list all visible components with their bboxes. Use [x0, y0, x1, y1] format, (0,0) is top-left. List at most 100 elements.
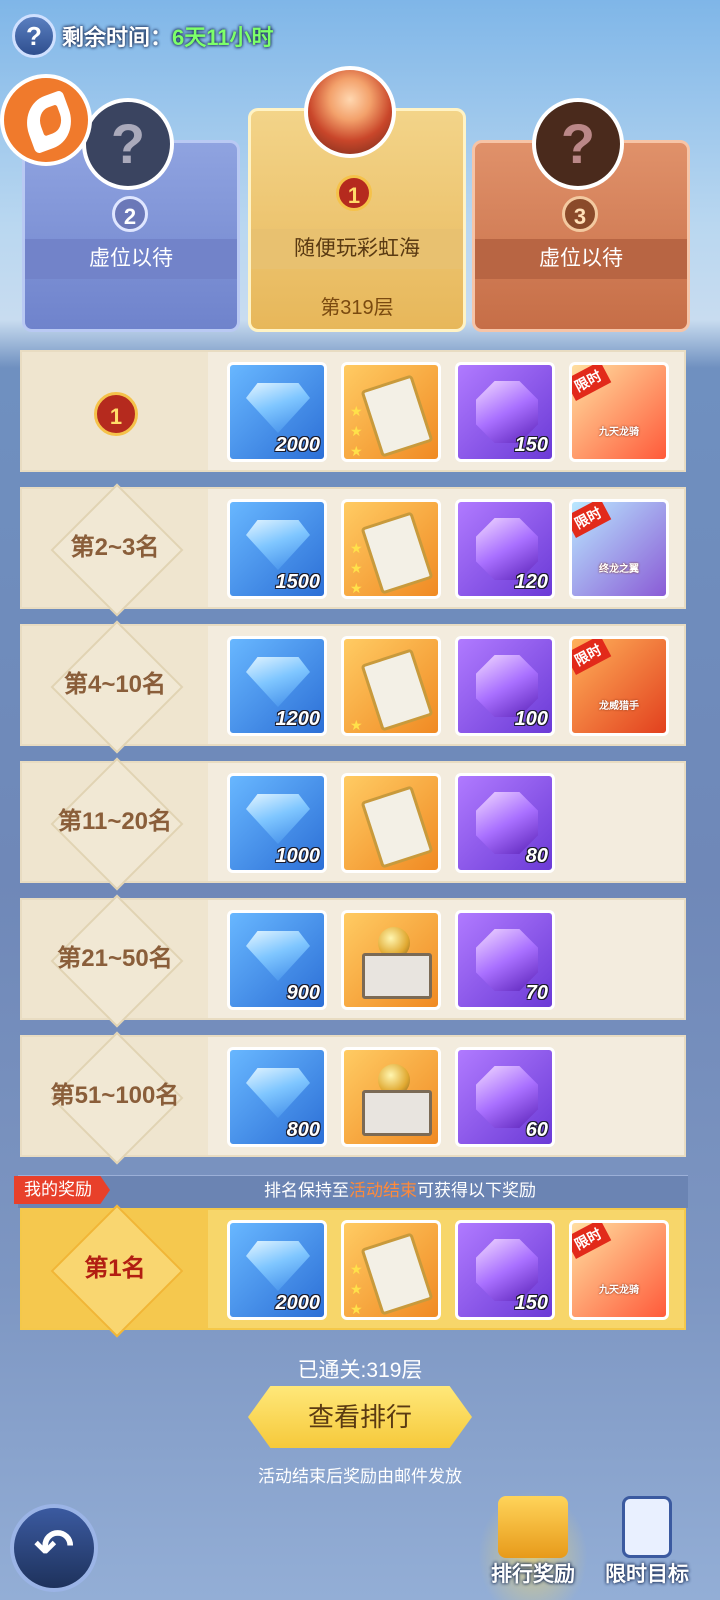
diamond-icon — [246, 1241, 310, 1291]
tab-rank-reward[interactable]: 排行奖励 — [478, 1490, 588, 1600]
rank-cell: 第2~3名 — [22, 483, 208, 617]
leaf-icon — [18, 89, 80, 155]
rank-label: 第51~100名 — [50, 1082, 180, 1109]
limited-card-reward[interactable]: 限时 终龙之翼 — [569, 499, 669, 599]
scroll-icon — [360, 374, 434, 458]
chest-reward[interactable] — [341, 1047, 441, 1147]
crystal-reward[interactable]: 150 — [455, 362, 555, 462]
diamond-qty: 900 — [286, 982, 320, 1004]
scroll-icon — [360, 1232, 434, 1316]
tab-rank-reward-label: 排行奖励 — [491, 1563, 575, 1586]
card-name: 九天龙骑 — [599, 427, 639, 438]
rank-2-medal-icon: 2 — [112, 196, 148, 232]
reward-row-rank-4-10: 第4~10名 1200 ★ 100 限时龙威猎手 — [20, 620, 686, 754]
podium-second-avatar[interactable]: ? — [82, 98, 174, 190]
rank-label: 第11~20名 — [57, 808, 173, 835]
crystal-reward[interactable]: 80 — [455, 773, 555, 873]
scroll-reward[interactable]: ★ ★ ★ — [341, 362, 441, 462]
diamond-reward[interactable]: 800 — [227, 1047, 327, 1147]
crystal-reward[interactable]: 150 — [455, 1220, 555, 1320]
chest-icon — [362, 953, 432, 999]
diamond-qty: 1500 — [275, 571, 321, 593]
note-part-b: 可获得以下奖励 — [417, 1181, 536, 1200]
rank-label: 第2~3名 — [70, 534, 160, 561]
star-icon: ★ — [350, 580, 363, 596]
diamond-reward[interactable]: 2000 — [227, 1220, 327, 1320]
crystal-reward[interactable]: 70 — [455, 910, 555, 1010]
diamond-icon — [246, 383, 310, 433]
rank-cell: 1 — [22, 352, 208, 470]
crystal-reward[interactable]: 120 — [455, 499, 555, 599]
reward-row-rank-21-50: 第21~50名 900 70 — [20, 894, 686, 1028]
crystal-qty: 80 — [525, 845, 548, 867]
view-ranking-button[interactable]: 查看排行 — [248, 1386, 472, 1448]
note-part-a: 排名保持至 — [264, 1181, 349, 1200]
chest-reward[interactable] — [341, 910, 441, 1010]
remaining-label: 剩余时间： — [62, 25, 173, 50]
question-icon: ? — [26, 21, 42, 51]
floor-cleared: 已通关:319层 — [297, 1359, 423, 1382]
reward-row-rank-1: 1 2000 ★ ★ ★ 150 限时 九天龙骑 — [20, 350, 686, 472]
diamond-reward[interactable]: 2000 — [227, 362, 327, 462]
scroll-reward[interactable] — [341, 773, 441, 873]
star-icon: ★ — [350, 1301, 363, 1317]
diamond-icon — [246, 794, 310, 844]
limited-card-reward[interactable]: 限时龙威猎手 — [569, 636, 669, 736]
my-rank-label: 第1名 — [84, 1255, 146, 1282]
scroll-reward[interactable]: ★ ★ ★ — [341, 499, 441, 599]
rank-cell: 第51~100名 — [22, 1031, 208, 1165]
diamond-icon — [246, 1068, 310, 1118]
diamond-icon — [246, 657, 310, 707]
leaf-float-button[interactable] — [0, 74, 92, 166]
crystal-reward[interactable]: 60 — [455, 1047, 555, 1147]
diamond-icon — [246, 520, 310, 570]
limited-tag: 限时 — [572, 639, 612, 675]
back-arrow-icon: ↶ — [33, 1521, 75, 1574]
rank-cell: 第11~20名 — [22, 757, 208, 891]
card-name: 龙威猎手 — [599, 701, 639, 712]
rank-1-medal-icon: 1 — [94, 392, 138, 436]
podium-third-avatar[interactable]: ? — [532, 98, 624, 190]
chest-icon — [362, 1090, 432, 1136]
reward-row-rank-51-100: 第51~100名 800 60 — [20, 1031, 686, 1165]
limited-card-reward[interactable]: 限时九天龙骑 — [569, 1220, 669, 1320]
crystal-reward[interactable]: 100 — [455, 636, 555, 736]
tab-limited-goal-label: 限时目标 — [605, 1563, 689, 1586]
limited-tag: 限时 — [572, 502, 612, 538]
document-clock-icon — [622, 1496, 672, 1558]
scroll-reward[interactable]: ★ ★ ★ — [341, 1220, 441, 1320]
gift-icon — [498, 1496, 568, 1558]
star-icon: ★ — [350, 1281, 363, 1297]
tab-limited-goal[interactable]: 限时目标 — [592, 1490, 702, 1600]
rank-label: 第21~50名 — [57, 945, 173, 972]
rank-cell: 第21~50名 — [22, 894, 208, 1028]
crystal-qty: 70 — [525, 982, 548, 1004]
diamond-icon — [246, 931, 310, 981]
mail-note: 活动结束后奖励由邮件发放 — [258, 1467, 462, 1486]
diamond-qty: 800 — [286, 1119, 320, 1141]
crystal-qty: 150 — [514, 434, 548, 456]
podium-third-name: 虚位以待 — [475, 239, 687, 279]
star-icon: ★ — [350, 560, 363, 576]
scroll-reward[interactable]: ★ — [341, 636, 441, 736]
my-reward-tag: 我的奖励 — [14, 1176, 110, 1204]
diamond-reward[interactable]: 1000 — [227, 773, 327, 873]
diamond-reward[interactable]: 1500 — [227, 499, 327, 599]
rank-3-medal-icon: 3 — [562, 196, 598, 232]
diamond-reward[interactable]: 1200 — [227, 636, 327, 736]
card-name: 九天龙骑 — [599, 1285, 639, 1296]
limited-card-reward[interactable]: 限时 九天龙骑 — [569, 362, 669, 462]
limited-tag: 限时 — [572, 1223, 612, 1259]
scroll-icon — [360, 648, 434, 732]
back-button[interactable]: ↶ — [10, 1504, 98, 1592]
rank-label: 第4~10名 — [63, 671, 167, 698]
scroll-icon — [360, 785, 434, 869]
diamond-reward[interactable]: 900 — [227, 910, 327, 1010]
reward-row-rank-11-20: 第11~20名 1000 80 — [20, 757, 686, 891]
help-button[interactable]: ? — [12, 14, 56, 58]
crystal-qty: 120 — [514, 571, 548, 593]
podium-first-avatar[interactable] — [304, 66, 396, 158]
remaining-time: 剩余时间：6天11小时 — [62, 20, 274, 52]
podium-first-name: 随便玩彩虹海 — [251, 229, 463, 269]
star-icon: ★ — [350, 540, 363, 556]
